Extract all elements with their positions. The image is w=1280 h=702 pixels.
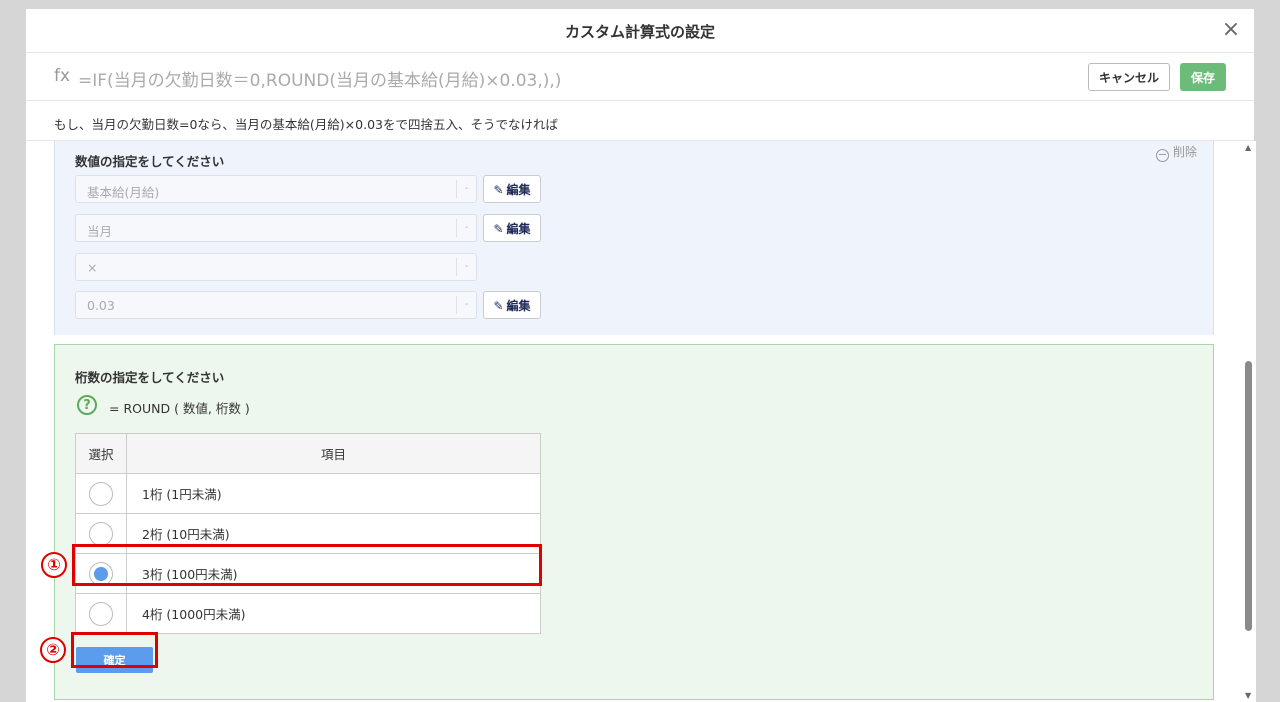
minus-circle-icon: − — [1155, 148, 1169, 162]
dropdown-arrow-icon: - — [456, 180, 476, 198]
value-section: 数値の指定をしてください − 削除 基本給(月給) - ✎ 編集 当月 - ✎ 編集 … — [54, 141, 1214, 335]
select-value: × — [87, 260, 98, 275]
dropdown-arrow-icon: - — [456, 258, 476, 276]
row-label: 1桁 (1円未満) — [126, 473, 541, 514]
select-value: 基本給(月給) — [87, 185, 160, 200]
radio-cell — [75, 593, 127, 634]
header-select: 選択 — [75, 433, 127, 474]
modal-title: カスタム計算式の設定 — [564, 23, 715, 41]
digits-section: 桁数の指定をしてください ? = ROUND ( 数値, 桁数 ) 選択 項目 … — [54, 344, 1214, 700]
formula-description: もし、当月の欠勤日数=0なら、当月の基本給(月給)×0.03をで四捨五入、そうで… — [54, 117, 558, 132]
pencil-icon: ✎ — [493, 298, 504, 313]
digits-section-title: 桁数の指定をしてください — [75, 370, 225, 385]
table-row[interactable]: 4桁 (1000円未満) — [75, 593, 541, 634]
cancel-button[interactable]: キャンセル — [1088, 63, 1170, 91]
table-row[interactable]: 1桁 (1円未満) — [75, 473, 541, 514]
vertical-scrollbar[interactable]: ▲ ▼ — [1242, 141, 1256, 702]
radio-button-4[interactable] — [89, 601, 113, 626]
step-marker-2: ② — [40, 637, 66, 663]
step-marker-1: ① — [41, 552, 67, 578]
close-icon[interactable]: × — [1218, 17, 1244, 43]
row-label: 4桁 (1000円未満) — [126, 593, 541, 634]
delete-button[interactable]: − 削除 — [1155, 143, 1197, 162]
scroll-up-icon[interactable]: ▲ — [1245, 143, 1251, 152]
table-header-row: 選択 項目 — [75, 433, 541, 474]
formula-text: =IF(当月の欠勤日数＝0,ROUND(当月の基本給(月給)×0.03,),) — [78, 71, 562, 91]
value-select-1[interactable]: 基本給(月給) - — [75, 175, 477, 203]
edit-label: 編集 — [506, 298, 531, 313]
operator-select[interactable]: × - — [75, 253, 477, 281]
modal-header: カスタム計算式の設定 × — [26, 9, 1254, 53]
dropdown-arrow-icon: - — [456, 219, 476, 237]
formula-bar: fx =IF(当月の欠勤日数＝0,ROUND(当月の基本給(月給)×0.03,)… — [26, 53, 1254, 101]
round-hint: = ROUND ( 数値, 桁数 ) — [109, 401, 250, 416]
pencil-icon: ✎ — [493, 182, 504, 197]
scroll-area[interactable]: 数値の指定をしてください − 削除 基本給(月給) - ✎ 編集 当月 - ✎ 編集 … — [26, 141, 1254, 702]
select-value: 0.03 — [87, 298, 115, 313]
custom-formula-modal: カスタム計算式の設定 × fx =IF(当月の欠勤日数＝0,ROUND(当月の基… — [26, 9, 1254, 702]
pencil-icon: ✎ — [493, 221, 504, 236]
radio-cell — [75, 473, 127, 514]
edit-label: 編集 — [506, 221, 531, 236]
select-value: 当月 — [87, 224, 113, 239]
highlight-box-2 — [71, 632, 158, 668]
value-select-4[interactable]: 0.03 - — [75, 291, 477, 319]
dropdown-arrow-icon: - — [456, 296, 476, 314]
scrollbar-thumb[interactable] — [1245, 361, 1252, 631]
digits-table: 選択 項目 1桁 (1円未満) 2桁 (10円未満) 3桁 (100円未満) 4… — [75, 433, 541, 634]
edit-button-4[interactable]: ✎ 編集 — [483, 291, 541, 319]
delete-label: 削除 — [1172, 145, 1197, 159]
edit-label: 編集 — [506, 182, 531, 197]
help-icon[interactable]: ? — [77, 395, 97, 415]
header-item: 項目 — [126, 433, 541, 474]
value-select-2[interactable]: 当月 - — [75, 214, 477, 242]
radio-button-2[interactable] — [89, 521, 113, 546]
scroll-down-icon[interactable]: ▼ — [1245, 691, 1251, 700]
fx-icon: fx — [54, 66, 71, 86]
value-section-title: 数値の指定をしてください — [75, 154, 225, 169]
radio-button-1[interactable] — [89, 481, 113, 506]
save-button[interactable]: 保存 — [1180, 63, 1226, 91]
edit-button-1[interactable]: ✎ 編集 — [483, 175, 541, 203]
edit-button-2[interactable]: ✎ 編集 — [483, 214, 541, 242]
highlight-box-1 — [72, 544, 542, 586]
